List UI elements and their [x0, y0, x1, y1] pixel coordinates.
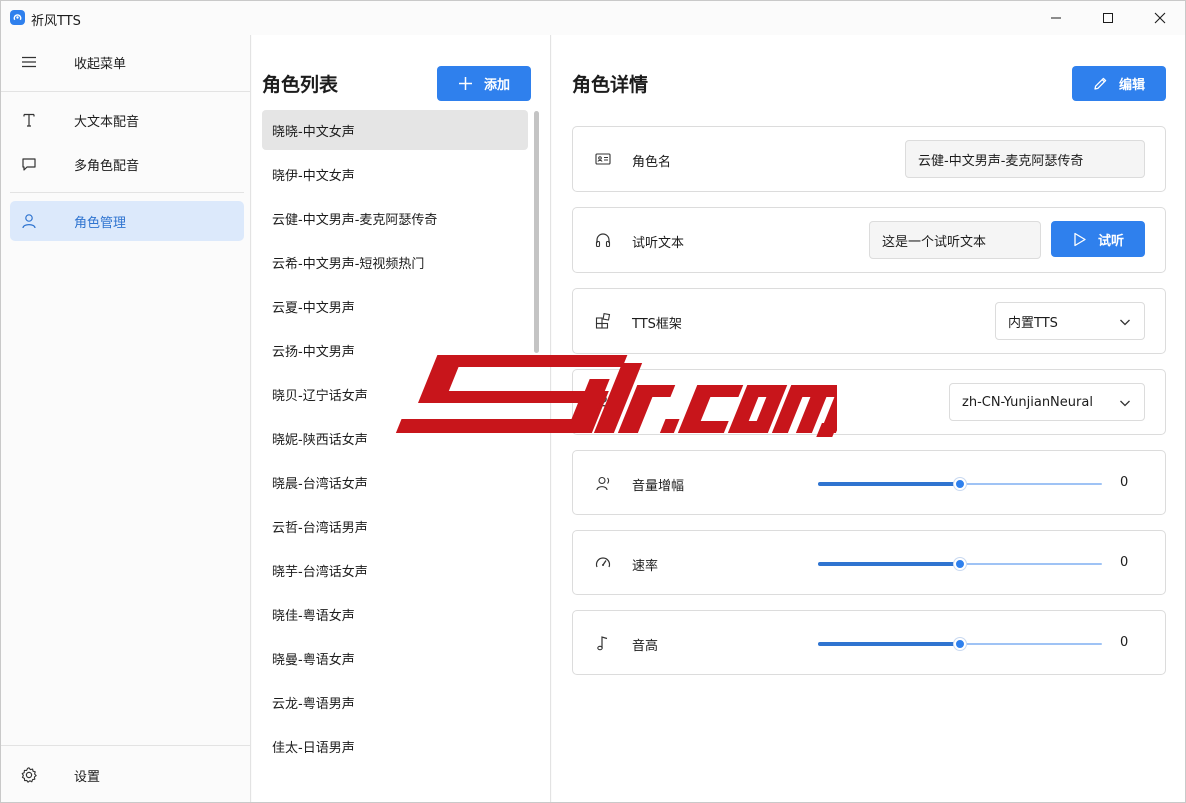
title-bar: 祈风TTS	[1, 1, 1185, 35]
sidebar-divider	[10, 192, 244, 193]
volume-gain-value: 0	[1120, 475, 1129, 490]
role-list-item[interactable]: 云希-中文男声-短视频热门	[262, 242, 528, 282]
rate-value: 0	[1120, 555, 1129, 570]
sidebar-item-label: 收起菜单	[74, 56, 127, 72]
headphones-icon	[594, 231, 612, 249]
role-name-label: 角色名	[632, 155, 672, 170]
sidebar-divider	[1, 91, 251, 92]
volume-gain-slider[interactable]	[818, 478, 1102, 490]
plus-icon	[458, 77, 472, 90]
volume-gain-card: 音量增幅 0	[572, 450, 1166, 515]
rate-label: 速率	[632, 559, 659, 574]
sidebar: 收起菜单 大文本配音 多角色配音 角色管理 设置	[1, 35, 251, 802]
role-list-item[interactable]: 云健-中文男声-麦克阿瑟传奇	[262, 198, 528, 238]
role-list-item[interactable]: 晓佳-粤语女声	[262, 594, 528, 634]
id-card-icon	[594, 150, 612, 168]
slider-thumb[interactable]	[954, 638, 966, 650]
role-list-item[interactable]: 云夏-中文男声	[262, 286, 528, 326]
app-logo-icon	[10, 10, 25, 25]
edit-button[interactable]: 编辑	[1072, 66, 1166, 101]
tts-framework-card: TTS框架 内置TTS	[572, 288, 1166, 354]
preview-button[interactable]: 试听	[1051, 221, 1145, 257]
pitch-value: 0	[1120, 635, 1129, 650]
role-list-item[interactable]: 晓芋-台湾话女声	[262, 550, 528, 590]
role-list-scrollbar[interactable]	[534, 111, 539, 353]
slider-thumb[interactable]	[954, 558, 966, 570]
sidebar-item-long-text-dubbing[interactable]: 大文本配音	[10, 100, 244, 140]
slider-fill	[818, 562, 960, 566]
tts-framework-label: TTS框架	[632, 317, 682, 332]
sidebar-item-label: 多角色配音	[74, 158, 140, 174]
maximize-icon	[1103, 13, 1113, 23]
preview-text-label: 试听文本	[632, 236, 685, 251]
watermark-logo	[395, 355, 837, 437]
rate-card: 速率 0	[572, 530, 1166, 595]
voice-select[interactable]: zh-CN-YunjianNeural	[949, 383, 1145, 421]
play-icon	[1074, 232, 1086, 246]
edit-label: 编辑	[1118, 78, 1145, 93]
sidebar-item-role-management[interactable]: 角色管理	[10, 201, 244, 241]
role-list-item[interactable]: 云龙-粤语男声	[262, 682, 528, 722]
speedometer-icon	[594, 554, 612, 572]
voice-volume-icon	[594, 474, 612, 492]
hamburger-menu-icon	[20, 53, 38, 71]
volume-gain-label: 音量增幅	[632, 479, 685, 494]
sidebar-item-settings[interactable]: 设置	[10, 755, 244, 795]
chevron-down-icon	[1120, 400, 1130, 407]
maximize-button[interactable]	[1082, 1, 1134, 35]
rate-slider[interactable]	[818, 558, 1102, 570]
sidebar-item-label: 角色管理	[74, 215, 127, 231]
role-list-item[interactable]: 晓晓-中文女声	[262, 110, 528, 150]
slider-fill	[818, 482, 960, 486]
gear-icon	[20, 766, 38, 784]
preview-button-label: 试听	[1097, 233, 1124, 249]
role-list-item[interactable]: 晓晨-台湾话女声	[262, 462, 528, 502]
sidebar-divider	[1, 745, 251, 746]
minimize-icon	[1051, 17, 1061, 19]
role-list-title: 角色列表	[262, 74, 339, 96]
pitch-card: 音高 0	[572, 610, 1166, 675]
preview-text-field[interactable]: 这是一个试听文本	[869, 221, 1041, 259]
grid-icon	[594, 312, 612, 330]
role-list: 晓晓-中文女声 晓伊-中文女声 云健-中文男声-麦克阿瑟传奇 云希-中文男声-短视频热…	[262, 110, 528, 790]
window-title: 祈风TTS	[31, 14, 81, 29]
voice-value: zh-CN-YunjianNeural	[962, 394, 1093, 410]
tts-framework-value: 内置TTS	[1008, 315, 1058, 331]
close-icon	[1154, 12, 1166, 24]
add-role-button[interactable]: 添加	[437, 66, 531, 101]
minimize-button[interactable]	[1030, 1, 1082, 35]
sidebar-item-label: 设置	[74, 769, 101, 785]
chat-bubble-icon	[20, 155, 38, 173]
slider-thumb[interactable]	[954, 478, 966, 490]
chevron-down-icon	[1120, 319, 1130, 326]
role-list-item[interactable]: 云哲-台湾话男声	[262, 506, 528, 546]
role-name-card: 角色名 云健-中文男声-麦克阿瑟传奇	[572, 126, 1166, 192]
sidebar-item-multi-role-dubbing[interactable]: 多角色配音	[10, 144, 244, 184]
app-window: 祈风TTS 收起菜单 大文本配音 多角色配音 角色管理 设置 角色列表 添加 晓…	[0, 0, 1186, 803]
role-name-field[interactable]: 云健-中文男声-麦克阿瑟传奇	[905, 140, 1145, 178]
pitch-label: 音高	[632, 639, 659, 654]
text-icon	[20, 111, 38, 129]
sidebar-item-label: 大文本配音	[74, 114, 140, 130]
pitch-slider[interactable]	[818, 638, 1102, 650]
role-list-item[interactable]: 晓曼-粤语女声	[262, 638, 528, 678]
slider-fill	[818, 642, 960, 646]
preview-text-card: 试听文本 这是一个试听文本 试听	[572, 207, 1166, 273]
sidebar-item-collapse-menu[interactable]: 收起菜单	[10, 42, 244, 82]
role-list-item[interactable]: 晓伊-中文女声	[262, 154, 528, 194]
role-detail-title: 角色详情	[572, 74, 649, 96]
pencil-icon	[1094, 77, 1107, 90]
add-role-label: 添加	[483, 78, 510, 93]
role-list-item[interactable]: 佳太-日语男声	[262, 726, 528, 766]
tts-framework-select[interactable]: 内置TTS	[995, 302, 1145, 340]
close-button[interactable]	[1134, 1, 1185, 35]
person-icon	[20, 212, 38, 230]
music-note-icon	[594, 634, 612, 652]
